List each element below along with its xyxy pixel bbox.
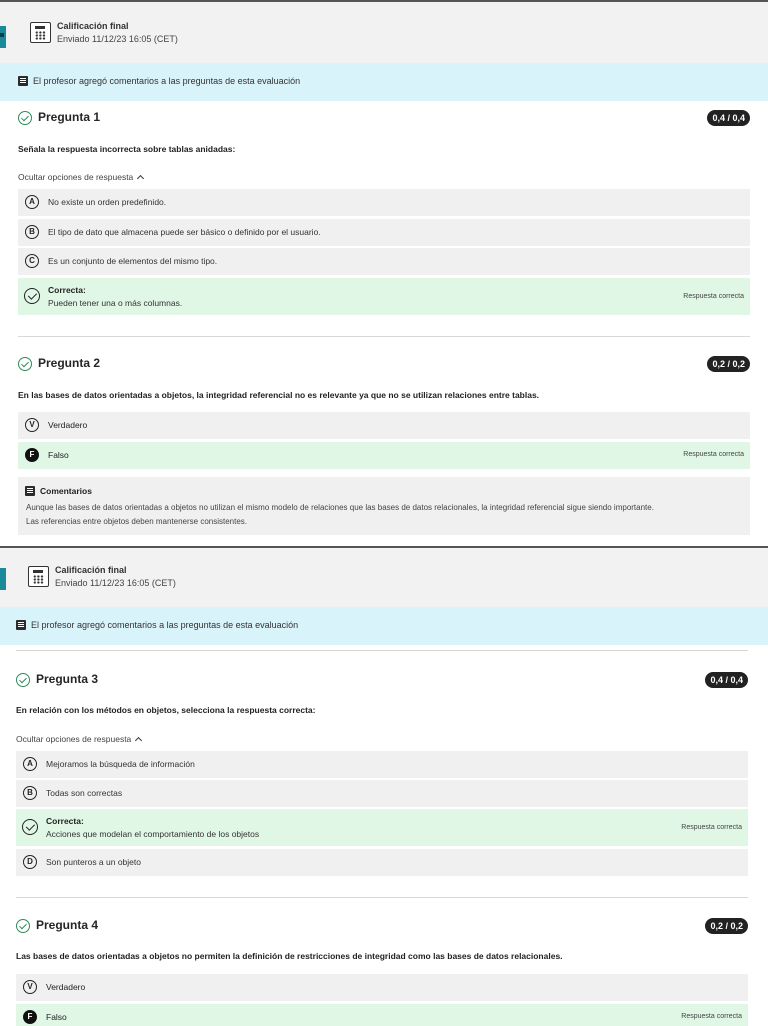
question-text: En las bases de datos orientadas a objet… bbox=[18, 390, 540, 400]
chevron-up-icon bbox=[135, 736, 143, 745]
correct-answer-option: Correcta: Acciones que modelan el compor… bbox=[16, 809, 748, 846]
teal-accent bbox=[0, 26, 6, 48]
correct-check-icon bbox=[24, 288, 40, 304]
teal-accent bbox=[0, 568, 6, 590]
feedback-banner: El profesor agregó comentarios a las pre… bbox=[0, 63, 768, 101]
hide-options-toggle[interactable]: Ocultar opciones de respuesta bbox=[18, 172, 145, 183]
question-title: Pregunta 4 bbox=[36, 918, 99, 932]
answer-option: A No existe un orden predefinido. bbox=[18, 189, 750, 216]
score-badge: 0,2 / 0,2 bbox=[707, 356, 750, 372]
check-circle-icon bbox=[16, 919, 30, 933]
correct-label: Correcta: bbox=[48, 285, 86, 295]
question-title: Pregunta 3 bbox=[36, 672, 99, 686]
divider bbox=[16, 897, 748, 898]
calculator-icon bbox=[30, 22, 51, 43]
score-badge: 0,4 / 0,4 bbox=[705, 672, 748, 688]
chevron-up-icon bbox=[137, 174, 145, 183]
correct-answer-option: F Falso Respuesta correcta bbox=[18, 442, 750, 469]
comment-icon bbox=[25, 486, 35, 496]
option-letter: C bbox=[25, 254, 39, 268]
question-text: Señala la respuesta incorrecta sobre tab… bbox=[18, 144, 236, 154]
question-title: Pregunta 1 bbox=[38, 110, 101, 124]
option-letter-selected: F bbox=[23, 1010, 37, 1024]
calculator-icon bbox=[28, 566, 49, 587]
answer-option: C Es un conjunto de elementos del mismo … bbox=[18, 248, 750, 275]
option-text: Todas son correctas bbox=[46, 788, 123, 798]
submitted-date: Enviado 11/12/23 16:05 (CET) bbox=[55, 578, 176, 588]
divider bbox=[16, 650, 748, 651]
hide-options-toggle[interactable]: Ocultar opciones de respuesta bbox=[16, 734, 143, 745]
comments-box: Comentarios Aunque las bases de datos or… bbox=[18, 477, 750, 535]
question-text: Las bases de datos orientadas a objetos … bbox=[16, 951, 563, 961]
comments-title: Comentarios bbox=[40, 486, 92, 496]
option-letter: V bbox=[25, 418, 39, 432]
comment-line: Aunque las bases de datos orientadas a o… bbox=[26, 503, 654, 512]
correct-answer-option: Correcta: Pueden tener una o más columna… bbox=[18, 278, 750, 315]
option-text: Verdadero bbox=[48, 420, 88, 430]
answer-option: V Verdadero bbox=[18, 412, 750, 439]
option-text: Mejoramos la búsqueda de información bbox=[46, 759, 195, 769]
option-letter-selected: F bbox=[25, 448, 39, 462]
correct-answer-option: F Falso Respuesta correcta bbox=[16, 1004, 748, 1026]
question-text: En relación con los métodos en objetos, … bbox=[16, 705, 316, 715]
option-text: Verdadero bbox=[46, 982, 86, 992]
check-circle-icon bbox=[16, 673, 30, 687]
divider bbox=[18, 336, 750, 337]
submitted-date: Enviado 11/12/23 16:05 (CET) bbox=[57, 34, 178, 44]
comment-icon bbox=[18, 76, 28, 86]
option-letter: B bbox=[23, 786, 37, 800]
answer-option: B El tipo de dato que almacena puede ser… bbox=[18, 219, 750, 246]
score-badge: 0,2 / 0,2 bbox=[705, 918, 748, 934]
answer-option: B Todas son correctas bbox=[16, 780, 748, 807]
correct-answer-tag: Respuesta correcta bbox=[683, 293, 744, 300]
evaluation-panel-1: Calificación final Enviado 11/12/23 16:0… bbox=[0, 0, 768, 548]
grade-header: Calificación final Enviado 11/12/23 16:0… bbox=[0, 548, 768, 610]
accent-dot bbox=[0, 33, 4, 37]
correct-answer-tag: Respuesta correcta bbox=[683, 451, 744, 458]
comment-line: Las referencias entre objetos deben mant… bbox=[26, 517, 248, 526]
check-circle-icon bbox=[18, 111, 32, 125]
grade-title: Calificación final bbox=[55, 565, 127, 575]
answer-option: V Verdadero bbox=[16, 974, 748, 1001]
option-text: Pueden tener una o más columnas. bbox=[48, 298, 183, 308]
option-letter: V bbox=[23, 980, 37, 994]
answer-option: D Son punteros a un objeto bbox=[16, 849, 748, 876]
score-badge: 0,4 / 0,4 bbox=[707, 110, 750, 126]
grade-title: Calificación final bbox=[57, 21, 129, 31]
option-text: Es un conjunto de elementos del mismo ti… bbox=[48, 256, 218, 266]
banner-text: El profesor agregó comentarios a las pre… bbox=[31, 620, 299, 630]
check-circle-icon bbox=[18, 357, 32, 371]
feedback-banner: El profesor agregó comentarios a las pre… bbox=[0, 607, 768, 645]
option-letter: D bbox=[23, 855, 37, 869]
evaluation-panel-2: Calificación final Enviado 11/12/23 16:0… bbox=[0, 546, 768, 1026]
correct-answer-tag: Respuesta correcta bbox=[681, 1013, 742, 1020]
banner-text: El profesor agregó comentarios a las pre… bbox=[33, 76, 301, 86]
toggle-label: Ocultar opciones de respuesta bbox=[18, 172, 134, 182]
option-text: Falso bbox=[46, 1012, 67, 1022]
option-text: Falso bbox=[48, 450, 69, 460]
toggle-label: Ocultar opciones de respuesta bbox=[16, 734, 132, 744]
option-text: Son punteros a un objeto bbox=[46, 857, 141, 867]
option-letter: B bbox=[25, 225, 39, 239]
correct-check-icon bbox=[22, 819, 38, 835]
option-text: Acciones que modelan el comportamiento d… bbox=[46, 829, 260, 839]
correct-label: Correcta: bbox=[46, 816, 84, 826]
grade-header: Calificación final Enviado 11/12/23 16:0… bbox=[0, 2, 768, 64]
answer-option: A Mejoramos la búsqueda de información bbox=[16, 751, 748, 778]
option-letter: A bbox=[25, 195, 39, 209]
question-title: Pregunta 2 bbox=[38, 356, 101, 370]
option-letter: A bbox=[23, 757, 37, 771]
comment-icon bbox=[16, 620, 26, 630]
option-text: El tipo de dato que almacena puede ser b… bbox=[48, 227, 321, 237]
option-text: No existe un orden predefinido. bbox=[48, 197, 167, 207]
correct-answer-tag: Respuesta correcta bbox=[681, 824, 742, 831]
